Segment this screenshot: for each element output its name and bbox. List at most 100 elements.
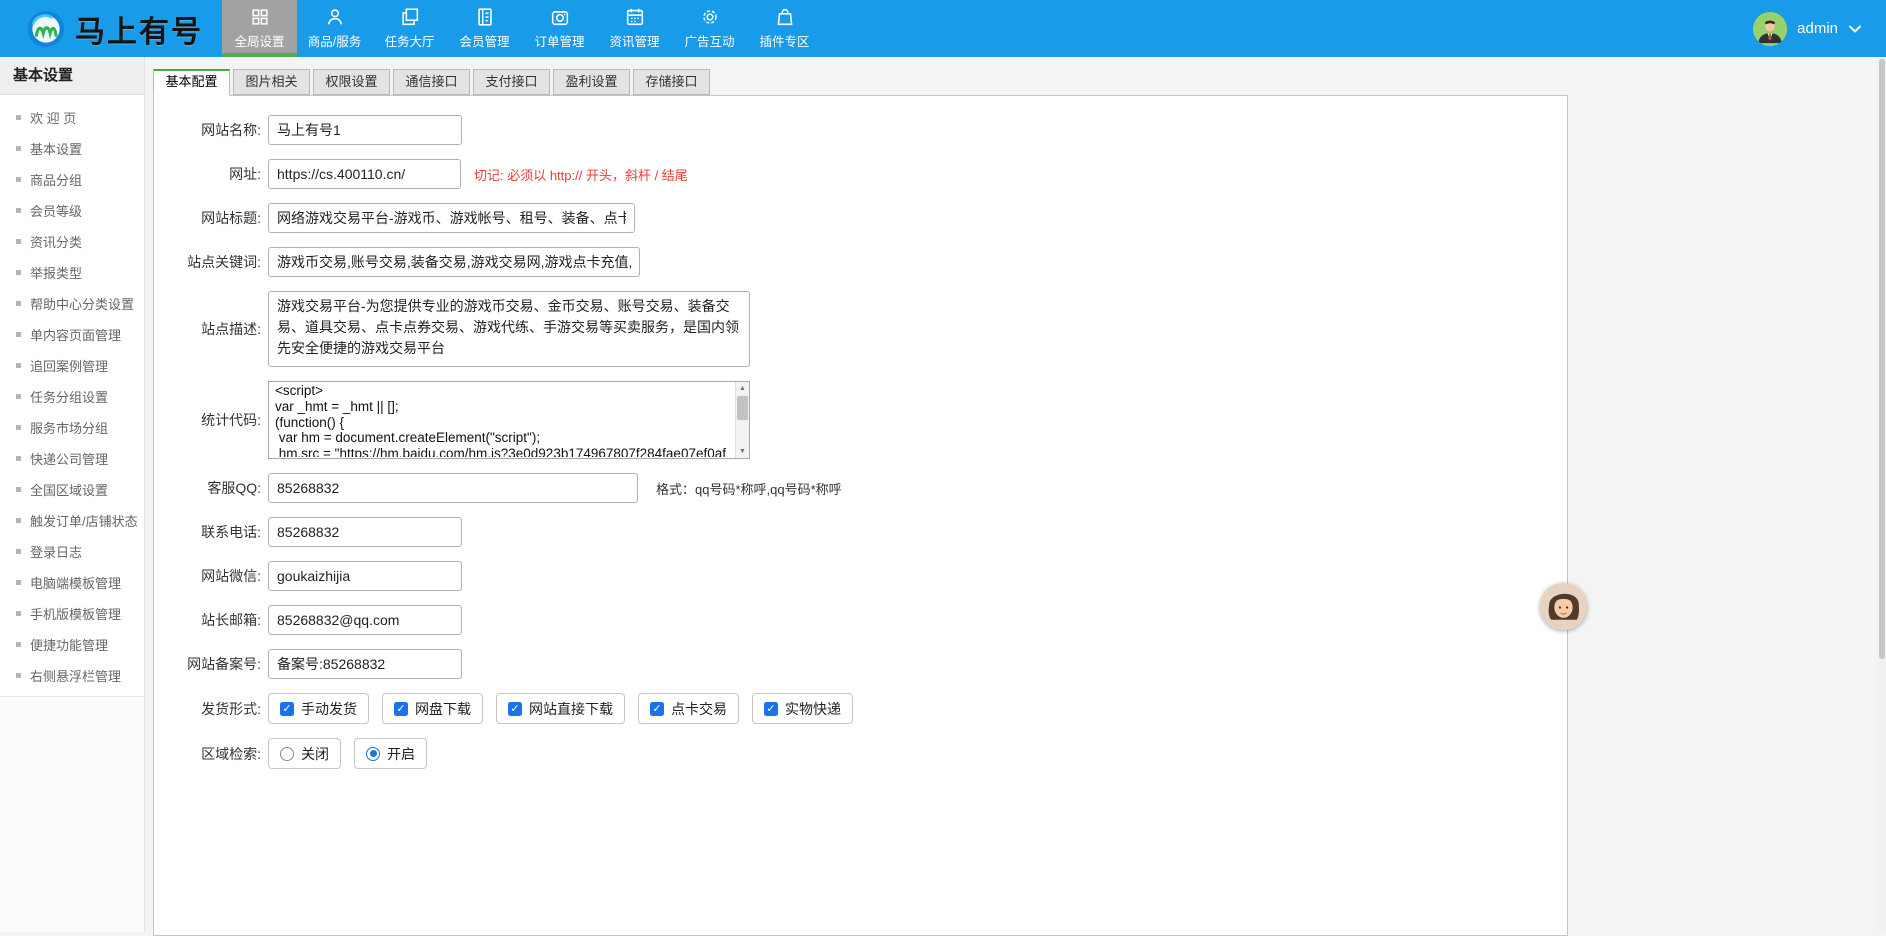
- scroll-thumb[interactable]: [737, 396, 748, 420]
- bullet-icon: [16, 487, 21, 492]
- sidebar-item-help-categories[interactable]: 帮助中心分类设置: [0, 288, 144, 319]
- site-wechat-input[interactable]: [268, 561, 462, 591]
- page-scrollbar[interactable]: [1877, 57, 1886, 932]
- page-scrollbar-thumb[interactable]: [1879, 59, 1885, 659]
- sidebar-item-task-groups[interactable]: 任务分组设置: [0, 381, 144, 412]
- sidebar-item-welcome[interactable]: 欢 迎 页: [0, 102, 144, 133]
- sidebar-footer: [0, 696, 144, 932]
- tab-profit-settings[interactable]: 盈利设置: [553, 69, 630, 95]
- tab-communication-api[interactable]: 通信接口: [393, 69, 470, 95]
- sidebar-item-news-categories[interactable]: 资讯分类: [0, 226, 144, 257]
- topbar: 马上有号 全局设置 商品/服务 任务大厅: [0, 0, 1886, 57]
- sidebar-item-right-float-bar[interactable]: 右侧悬浮栏管理: [0, 660, 144, 691]
- service-qq-input[interactable]: [268, 473, 638, 503]
- radio-checked-icon: [366, 747, 380, 761]
- checkbox-direct-download[interactable]: 网站直接下载: [496, 693, 625, 724]
- bullet-icon: [16, 208, 21, 213]
- checkbox-manual-delivery[interactable]: 手动发货: [268, 693, 369, 724]
- radio-unchecked-icon: [280, 747, 294, 761]
- sidebar-item-report-types[interactable]: 举报类型: [0, 257, 144, 288]
- sidebar-item-quick-functions[interactable]: 便捷功能管理: [0, 629, 144, 660]
- nav-item-news[interactable]: 资讯管理: [597, 0, 672, 57]
- bullet-icon: [16, 363, 21, 368]
- form-row-site-title: 网站标题:: [154, 203, 1567, 233]
- sidebar-item-region-settings[interactable]: 全国区域设置: [0, 474, 144, 505]
- nav-item-members[interactable]: 会员管理: [447, 0, 522, 57]
- sidebar-item-basic-settings[interactable]: 基本设置: [0, 133, 144, 164]
- checkbox-netdisk-download[interactable]: 网盘下载: [382, 693, 483, 724]
- tab-payment-api[interactable]: 支付接口: [473, 69, 550, 95]
- nav-item-task-hall[interactable]: 任务大厅: [372, 0, 447, 57]
- notebook-icon: [474, 6, 496, 28]
- form-row-service-qq: 客服QQ: 格式：qq号码*称呼,qq号码*称呼: [154, 473, 1567, 503]
- site-keywords-input[interactable]: [268, 247, 640, 277]
- sidebar-item-login-logs[interactable]: 登录日志: [0, 536, 144, 567]
- nav-item-ads[interactable]: 广告互动: [672, 0, 747, 57]
- field-label: 客服QQ:: [159, 478, 261, 498]
- sidebar-item-recovery-cases[interactable]: 追回案例管理: [0, 350, 144, 381]
- service-avatar[interactable]: [1540, 583, 1587, 630]
- bullet-icon: [16, 518, 21, 523]
- checkbox-card-trade[interactable]: 点卡交易: [638, 693, 739, 724]
- sidebar-item-express-companies[interactable]: 快递公司管理: [0, 443, 144, 474]
- checkbox-checked-icon: [280, 702, 294, 716]
- scroll-down-icon[interactable]: ▼: [736, 445, 749, 458]
- username: admin: [1797, 20, 1838, 37]
- user-menu[interactable]: admin: [1753, 0, 1862, 57]
- sidebar-item-pc-templates[interactable]: 电脑端模板管理: [0, 567, 144, 598]
- settings-form: 网站名称: 网址: 切记: 必须以 http:// 开头，斜杆 / 结尾 网站标…: [153, 95, 1568, 936]
- nav-item-orders[interactable]: 订单管理: [522, 0, 597, 57]
- bullet-icon: [16, 332, 21, 337]
- admin-email-input[interactable]: [268, 605, 462, 635]
- form-row-stats-code: 统计代码: <script> var _hmt = _hmt || []; (f…: [154, 381, 1567, 459]
- radio-region-on[interactable]: 开启: [354, 738, 427, 769]
- nav-item-products[interactable]: 商品/服务: [297, 0, 372, 57]
- app-logo: 马上有号: [0, 0, 222, 57]
- checkbox-physical-express[interactable]: 实物快递: [752, 693, 853, 724]
- radio-region-off[interactable]: 关闭: [268, 738, 341, 769]
- field-label: 网站微信:: [159, 566, 261, 586]
- contact-phone-input[interactable]: [268, 517, 462, 547]
- scroll-up-icon[interactable]: ▲: [736, 382, 749, 395]
- icp-number-input[interactable]: [268, 649, 462, 679]
- sidebar-item-mobile-templates[interactable]: 手机版模板管理: [0, 598, 144, 629]
- field-label: 网站备案号:: [159, 654, 261, 674]
- nav-item-global-settings[interactable]: 全局设置: [222, 0, 297, 57]
- tab-storage-api[interactable]: 存储接口: [633, 69, 710, 95]
- sidebar-item-trigger-order-status[interactable]: 触发订单/店铺状态: [0, 505, 144, 536]
- site-name-input[interactable]: [268, 115, 462, 145]
- bullet-icon: [16, 425, 21, 430]
- field-label: 站点描述:: [159, 319, 261, 339]
- form-row-site-keywords: 站点关键词:: [154, 247, 1567, 277]
- bullet-icon: [16, 456, 21, 461]
- sidebar: 基本设置 欢 迎 页 基本设置 商品分组 会员等级 资讯分类 举报类型 帮助中心…: [0, 57, 145, 932]
- user-icon: [324, 6, 346, 28]
- tab-basic-config[interactable]: 基本配置: [153, 69, 230, 96]
- form-row-admin-email: 站长邮箱:: [154, 605, 1567, 635]
- textarea-scrollbar[interactable]: ▲ ▼: [735, 382, 749, 458]
- site-description-textarea[interactable]: 游戏交易平台-为您提供专业的游戏币交易、金币交易、账号交易、装备交易、道具交易、…: [268, 291, 750, 367]
- chevron-down-icon: [1848, 24, 1862, 34]
- field-label: 区域检索:: [159, 744, 261, 764]
- bullet-icon: [16, 146, 21, 151]
- sidebar-list: 欢 迎 页 基本设置 商品分组 会员等级 资讯分类 举报类型 帮助中心分类设置 …: [0, 95, 144, 691]
- sidebar-item-single-pages[interactable]: 单内容页面管理: [0, 319, 144, 350]
- checkbox-checked-icon: [508, 702, 522, 716]
- sidebar-item-product-groups[interactable]: 商品分组: [0, 164, 144, 195]
- grid-icon: [249, 6, 271, 28]
- stats-code-textarea[interactable]: <script> var _hmt = _hmt || []; (functio…: [268, 381, 750, 459]
- tab-permissions[interactable]: 权限设置: [313, 69, 390, 95]
- bullet-icon: [16, 549, 21, 554]
- sidebar-item-member-levels[interactable]: 会员等级: [0, 195, 144, 226]
- bullet-icon: [16, 301, 21, 306]
- checkbox-checked-icon: [650, 702, 664, 716]
- site-url-input[interactable]: [268, 159, 461, 189]
- form-row-site-description: 站点描述: 游戏交易平台-为您提供专业的游戏币交易、金币交易、账号交易、装备交易…: [154, 291, 1567, 367]
- bullet-icon: [16, 270, 21, 275]
- form-row-delivery: 发货形式: 手动发货 网盘下载 网站直接下载 点卡交易: [154, 693, 1567, 724]
- sidebar-item-service-market-groups[interactable]: 服务市场分组: [0, 412, 144, 443]
- nav-item-plugins[interactable]: 插件专区: [747, 0, 822, 57]
- tab-images[interactable]: 图片相关: [233, 69, 310, 95]
- calendar-icon: [624, 6, 646, 28]
- site-title-input[interactable]: [268, 203, 635, 233]
